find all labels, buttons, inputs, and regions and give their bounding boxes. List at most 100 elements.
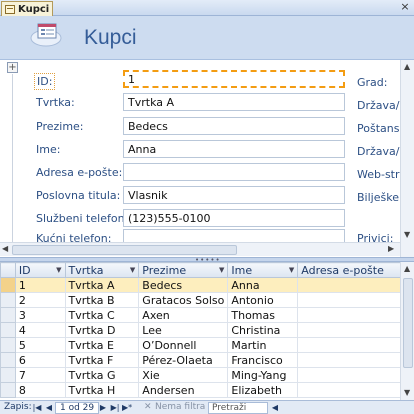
cell-id[interactable]: 2 <box>14 292 66 308</box>
id-field[interactable]: 1 <box>123 70 345 88</box>
cell-last-name[interactable]: Gratacos Solso <box>138 292 229 308</box>
cell-id[interactable]: 6 <box>14 352 66 368</box>
cell-email[interactable] <box>297 352 414 368</box>
cell-first-name[interactable]: Christina <box>227 322 299 338</box>
scroll-left-icon[interactable]: ◀ <box>2 244 8 253</box>
filter-status[interactable]: Nema filtra <box>155 401 205 414</box>
cell-id[interactable]: 8 <box>14 382 66 398</box>
first-record-icon[interactable]: |◀ <box>32 401 42 414</box>
email-field[interactable] <box>123 163 345 181</box>
row-selector[interactable] <box>0 307 16 323</box>
table-row[interactable]: 5 Tvrtka E O’Donnell Martin <box>0 337 414 353</box>
cell-id[interactable]: 7 <box>14 367 66 383</box>
cell-company[interactable]: Tvrtka A <box>64 277 140 293</box>
last-record-icon[interactable]: ▶| <box>110 401 120 414</box>
cell-first-name[interactable]: Elizabeth <box>227 382 299 398</box>
cell-email[interactable] <box>297 382 414 398</box>
table-row[interactable]: 3 Tvrtka C Axen Thomas <box>0 307 414 323</box>
cell-company[interactable]: Tvrtka D <box>64 322 140 338</box>
record-selector[interactable]: + <box>7 62 18 73</box>
close-icon[interactable]: × <box>399 1 411 13</box>
cell-email[interactable] <box>297 292 414 308</box>
scroll-down-icon[interactable]: ▼ <box>404 388 410 397</box>
cell-last-name[interactable]: Xie <box>138 367 229 383</box>
dropdown-arrow-icon[interactable]: ▼ <box>130 266 135 274</box>
company-field[interactable]: Tvrtka A <box>123 93 345 111</box>
new-record-icon[interactable]: ▶* <box>122 401 132 414</box>
next-record-icon[interactable]: ▶ <box>98 401 108 414</box>
column-header-first-name[interactable]: Ime ▼ <box>227 262 299 278</box>
last-name-field[interactable]: Bedecs <box>123 117 345 135</box>
column-header-company[interactable]: Tvrtka ▼ <box>64 262 140 278</box>
cell-last-name[interactable]: O’Donnell <box>138 337 229 353</box>
previous-record-icon[interactable]: ◀ <box>44 401 54 414</box>
cell-last-name[interactable]: Lee <box>138 322 229 338</box>
column-header-email[interactable]: Adresa e-pošte▼ <box>297 262 414 278</box>
cell-last-name[interactable]: Pérez-Olaeta <box>138 352 229 368</box>
job-title-field[interactable]: Vlasnik <box>123 186 345 204</box>
detail-vertical-scrollbar[interactable]: ▲ ▼ <box>400 60 414 257</box>
cell-email[interactable] <box>297 322 414 338</box>
row-selector[interactable] <box>0 277 16 293</box>
cell-company[interactable]: Tvrtka E <box>64 337 140 353</box>
scroll-thumb[interactable] <box>12 245 237 255</box>
table-row[interactable]: 2 Tvrtka B Gratacos Solso Antonio <box>0 292 414 308</box>
cell-first-name[interactable]: Thomas <box>227 307 299 323</box>
cell-company[interactable]: Tvrtka F <box>64 352 140 368</box>
scroll-up-icon[interactable]: ▲ <box>404 62 410 71</box>
cell-last-name[interactable]: Andersen <box>138 382 229 398</box>
form-detail: + ID: 1 Tvrtka: Tvrtka A Prezime: Bedecs… <box>0 60 414 257</box>
web-page-label: Web-stra <box>357 168 407 181</box>
table-row[interactable]: 7 Tvrtka G Xie Ming-Yang <box>0 367 414 383</box>
column-header-id[interactable]: ID ▼ <box>14 262 66 278</box>
cell-company[interactable]: Tvrtka G <box>64 367 140 383</box>
scroll-up-icon[interactable]: ▲ <box>404 264 410 273</box>
row-selector[interactable] <box>0 352 16 368</box>
cell-company[interactable]: Tvrtka C <box>64 307 140 323</box>
column-header-last-name[interactable]: Prezime ▼ <box>138 262 229 278</box>
scroll-left-icon[interactable]: ◀ <box>270 401 280 414</box>
scroll-right-icon[interactable]: ▶ <box>388 244 394 253</box>
dropdown-arrow-icon[interactable]: ▼ <box>56 266 61 274</box>
cell-last-name[interactable]: Axen <box>138 307 229 323</box>
row-selector[interactable] <box>0 292 16 308</box>
cell-email[interactable] <box>297 337 414 353</box>
dropdown-arrow-icon[interactable]: ▼ <box>219 266 224 274</box>
first-name-field[interactable]: Anna <box>123 140 345 158</box>
table-row[interactable]: 1 Tvrtka A Bedecs Anna <box>0 277 414 293</box>
row-selector[interactable] <box>0 367 16 383</box>
cell-id[interactable]: 5 <box>14 337 66 353</box>
scroll-thumb[interactable] <box>403 278 413 368</box>
cell-id[interactable]: 4 <box>14 322 66 338</box>
column-header-label: Prezime <box>142 263 187 277</box>
search-input[interactable]: Pretraži <box>208 402 268 414</box>
current-record-field[interactable]: 1 od 29 <box>55 402 100 414</box>
datasheet-vertical-scrollbar[interactable]: ▲ ▼ <box>400 262 414 400</box>
cell-company[interactable]: Tvrtka B <box>64 292 140 308</box>
table-row[interactable]: 4 Tvrtka D Lee Christina <box>0 322 414 338</box>
cell-email[interactable] <box>297 277 414 293</box>
cell-id[interactable]: 1 <box>14 277 66 293</box>
filter-icon[interactable]: ✕ <box>144 401 152 414</box>
cell-first-name[interactable]: Antonio <box>227 292 299 308</box>
scroll-down-icon[interactable]: ▼ <box>404 230 410 239</box>
cell-email[interactable] <box>297 307 414 323</box>
table-row[interactable]: 6 Tvrtka F Pérez-Olaeta Francisco <box>0 352 414 368</box>
tab-kupci[interactable]: Kupci <box>1 1 53 16</box>
cell-last-name[interactable]: Bedecs <box>138 277 229 293</box>
cell-first-name[interactable]: Ming-Yang <box>227 367 299 383</box>
cell-first-name[interactable]: Martin <box>227 337 299 353</box>
business-phone-field[interactable]: (123)555-0100 <box>123 209 345 227</box>
cell-id[interactable]: 3 <box>14 307 66 323</box>
cell-first-name[interactable]: Anna <box>227 277 299 293</box>
cell-email[interactable] <box>297 367 414 383</box>
detail-horizontal-scrollbar[interactable]: ◀ ▶ <box>0 242 400 256</box>
cell-first-name[interactable]: Francisco <box>227 352 299 368</box>
row-selector[interactable] <box>0 382 16 398</box>
table-row[interactable]: 8 Tvrtka H Andersen Elizabeth <box>0 382 414 398</box>
dropdown-arrow-icon[interactable]: ▼ <box>289 266 294 274</box>
cell-company[interactable]: Tvrtka H <box>64 382 140 398</box>
select-all-cell[interactable] <box>0 262 16 278</box>
row-selector[interactable] <box>0 322 16 338</box>
row-selector[interactable] <box>0 337 16 353</box>
